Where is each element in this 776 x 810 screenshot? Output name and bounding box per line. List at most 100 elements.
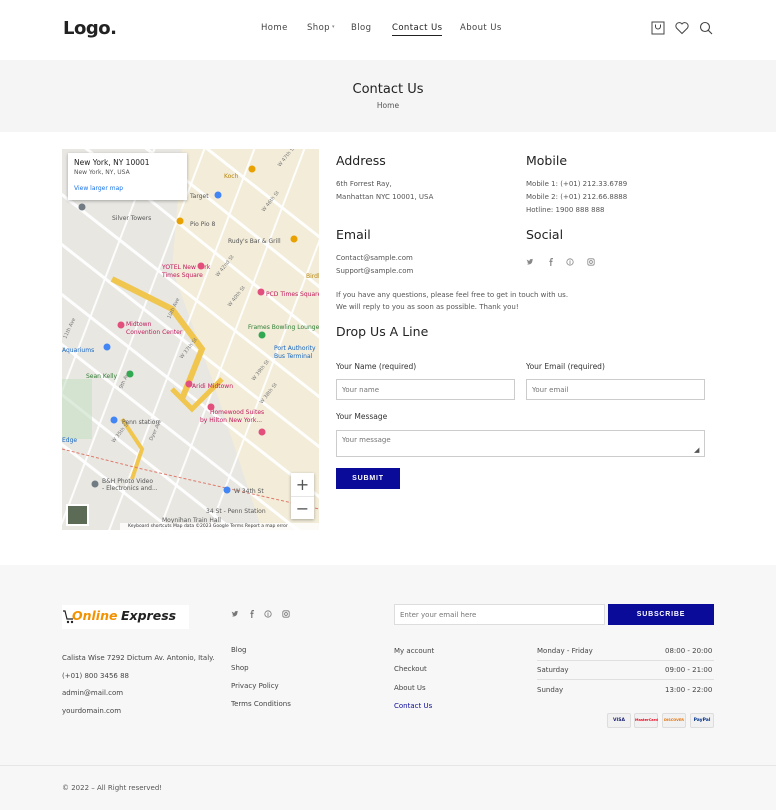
footer-link-privacy[interactable]: Privacy Policy — [231, 682, 279, 690]
footer-pinterest-icon[interactable] — [264, 610, 272, 620]
hotline: Hotline: 1900 888 888 — [526, 206, 605, 214]
bag-icon[interactable] — [650, 20, 666, 36]
svg-text:Port Authority: Port Authority — [274, 345, 316, 352]
map-canvas: Silver Towers Target Pio Pio 8 Rudy's Ba… — [62, 149, 319, 530]
svg-text:Aquariums: Aquariums — [62, 347, 94, 354]
nav-about[interactable]: About Us — [460, 23, 502, 33]
view-larger-map-link[interactable]: View larger map — [74, 185, 181, 192]
instagram-icon[interactable] — [587, 258, 595, 268]
nav-contact[interactable]: Contact Us — [392, 23, 443, 36]
paypal-icon: PayPal — [690, 713, 714, 728]
hours-time: 08:00 - 20:00 — [665, 647, 713, 655]
footer-email[interactable]: admin@mail.com — [62, 689, 123, 697]
name-input[interactable] — [336, 379, 515, 400]
footer-brand-online: Online — [72, 608, 118, 623]
svg-text:Bus Terminal: Bus Terminal — [274, 353, 313, 360]
hours-time: 13:00 - 22:00 — [665, 686, 713, 694]
footer-brand-express: Express — [121, 608, 177, 623]
footer-link-account[interactable]: My account — [394, 647, 434, 655]
mobile-line-2: Mobile 2: (+01) 212.66.8888 — [526, 193, 628, 201]
email-title: Email — [336, 227, 371, 242]
chevron-down-icon: ▾ — [332, 24, 335, 30]
footer-logo[interactable]: Online Express — [62, 605, 189, 629]
footer-divider — [0, 765, 776, 766]
footer-link-checkout[interactable]: Checkout — [394, 665, 427, 673]
search-icon[interactable] — [698, 20, 714, 36]
zoom-out-button[interactable]: − — [291, 496, 314, 519]
zoom-in-button[interactable]: + — [291, 473, 314, 496]
hours-day: Monday - Friday — [537, 647, 593, 655]
hours-divider — [537, 679, 714, 680]
svg-text:34 St - Penn Station: 34 St - Penn Station — [206, 508, 266, 515]
svg-text:by Hilton New York...: by Hilton New York... — [200, 417, 262, 424]
submit-button[interactable]: SUBMIT — [336, 468, 400, 489]
map-place-title: New York, NY 10001 — [74, 158, 150, 167]
map-zoom-controls: + − — [291, 473, 314, 519]
form-title: Drop Us A Line — [336, 324, 429, 339]
nav-shop[interactable]: Shop — [307, 23, 330, 33]
footer-domain[interactable]: yourdomain.com — [62, 707, 121, 715]
svg-text:Sean Kelly: Sean Kelly — [86, 373, 118, 380]
svg-text:Silver Towers: Silver Towers — [112, 215, 151, 222]
footer-phone[interactable]: (+01) 800 3456 88 — [62, 672, 129, 680]
social-title: Social — [526, 227, 564, 242]
contact-note-line-2: We will reply to you as soon as possible… — [336, 303, 519, 311]
email-line-2[interactable]: Support@sample.com — [336, 265, 413, 278]
svg-text:Birdland Jazz: Birdland Jazz — [306, 273, 319, 280]
facebook-icon[interactable] — [547, 258, 555, 268]
satellite-toggle[interactable] — [66, 504, 89, 526]
footer-link-terms[interactable]: Terms Conditions — [231, 700, 291, 708]
mobile-title: Mobile — [526, 153, 568, 168]
newsletter-email-input[interactable] — [394, 604, 605, 625]
svg-text:Target: Target — [189, 193, 209, 200]
page-title: Contact Us — [352, 82, 424, 97]
nav-home[interactable]: Home — [261, 23, 288, 33]
breadcrumb[interactable]: Home — [0, 101, 776, 110]
map-attribution[interactable]: Keyboard shortcuts Map data ©2023 Google… — [120, 523, 319, 530]
resize-handle-icon[interactable]: ◢ — [694, 446, 699, 454]
nav-blog[interactable]: Blog — [351, 23, 371, 33]
mastercard-icon: MasterCard — [634, 713, 658, 728]
footer-address: Calista Wise 7292 Dictum Av. Antonio, It… — [62, 654, 215, 662]
footer-link-contact[interactable]: Contact Us — [394, 702, 432, 710]
footer-facebook-icon[interactable] — [248, 610, 256, 620]
footer-twitter-icon[interactable] — [231, 610, 239, 620]
svg-text:Midtown: Midtown — [126, 321, 152, 328]
twitter-icon[interactable] — [526, 258, 534, 268]
google-map[interactable]: Silver Towers Target Pio Pio 8 Rudy's Ba… — [62, 149, 319, 530]
hours-day: Saturday — [537, 666, 569, 674]
footer-instagram-icon[interactable] — [282, 610, 290, 620]
footer-link-shop[interactable]: Shop — [231, 664, 249, 672]
svg-text:Rudy's Bar & Grill: Rudy's Bar & Grill — [228, 238, 281, 245]
email-line-1[interactable]: Contact@sample.com — [336, 252, 413, 265]
heart-icon[interactable] — [674, 20, 690, 36]
message-textarea[interactable] — [336, 430, 705, 457]
copyright: © 2022 – All Right reserved! — [62, 784, 163, 792]
name-label: Your Name (required) — [336, 362, 417, 371]
site-header: Logo. Home Shop ▾ Blog Contact Us About … — [0, 0, 776, 60]
address-title: Address — [336, 153, 386, 168]
hours-day: Sunday — [537, 686, 564, 694]
mobile-line-1: Mobile 1: (+01) 212.33.6789 — [526, 180, 628, 188]
email-input[interactable] — [526, 379, 705, 400]
svg-text:Frames Bowling Lounge: Frames Bowling Lounge — [248, 324, 319, 331]
footer-link-blog[interactable]: Blog — [231, 646, 246, 654]
map-place-subtitle: New York, NY, USA — [74, 169, 130, 176]
footer-link-about[interactable]: About Us — [394, 684, 426, 692]
svg-text:- Electronics and...: - Electronics and... — [102, 485, 158, 492]
page-banner: Contact Us Home — [0, 60, 776, 132]
svg-text:Koch: Koch — [224, 173, 239, 180]
email-label: Your Email (required) — [526, 362, 605, 371]
message-label: Your Message — [336, 412, 388, 421]
subscribe-button[interactable]: SUBSCRIBE — [608, 604, 714, 625]
svg-text:Homewood Suites: Homewood Suites — [210, 409, 264, 416]
hours-divider — [537, 660, 714, 661]
discover-card-icon: DISCOVER — [662, 713, 686, 728]
svg-text:Aridi Midtown: Aridi Midtown — [192, 383, 233, 390]
svg-text:Convention Center: Convention Center — [126, 329, 183, 336]
visa-card-icon: VISA — [607, 713, 631, 728]
svg-text:PCD Times Square: PCD Times Square — [266, 291, 319, 298]
pinterest-icon[interactable] — [566, 258, 574, 268]
svg-text:W 34th St: W 34th St — [234, 488, 264, 495]
hours-time: 09:00 - 21:00 — [665, 666, 713, 674]
